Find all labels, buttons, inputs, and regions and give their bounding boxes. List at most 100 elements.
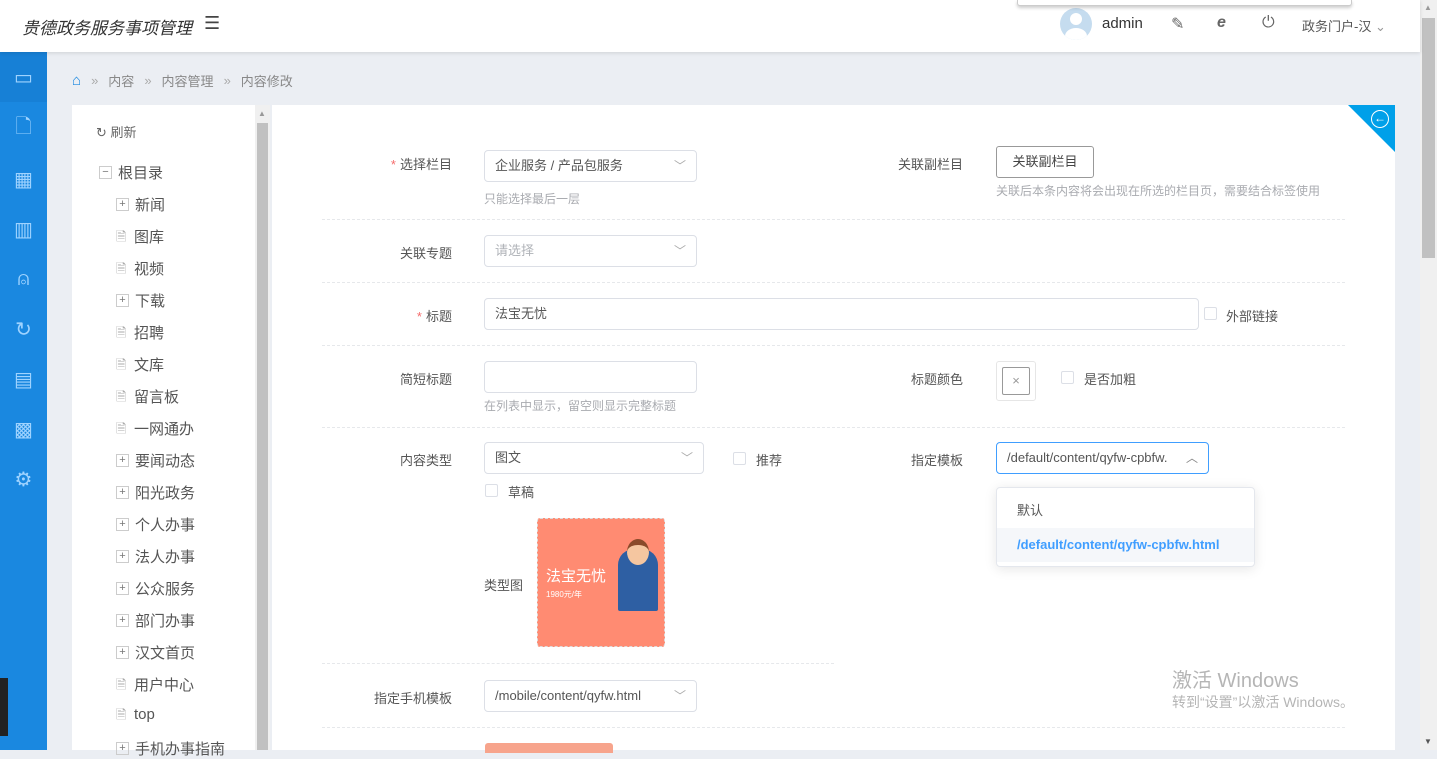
avatar[interactable] bbox=[1060, 8, 1092, 40]
tree-root[interactable]: − 根目录 bbox=[99, 162, 163, 183]
document-icon: 🗎 bbox=[116, 261, 127, 276]
username[interactable]: admin bbox=[1102, 15, 1143, 32]
nav-monitor-icon[interactable]: ▭ bbox=[0, 52, 47, 102]
tree-item[interactable]: 🗎 一网通办 bbox=[116, 418, 194, 439]
expand-icon[interactable]: + bbox=[116, 582, 129, 595]
taskbar-edge bbox=[0, 678, 8, 736]
tree-item[interactable]: + 个人办事 bbox=[116, 514, 195, 535]
separator-icon: » bbox=[144, 73, 152, 88]
expand-icon[interactable]: + bbox=[116, 486, 129, 499]
external-link-label: 外部链接 bbox=[1226, 309, 1279, 324]
tree-item[interactable]: + 下载 bbox=[116, 290, 165, 311]
expand-icon[interactable]: + bbox=[116, 454, 129, 467]
nav-document-icon[interactable]: 🗋 bbox=[0, 104, 47, 154]
expand-icon[interactable]: + bbox=[116, 742, 129, 755]
document-icon: 🗎 bbox=[116, 229, 127, 244]
recommend-checkbox[interactable] bbox=[733, 452, 746, 465]
divider bbox=[322, 219, 1345, 220]
template-option[interactable]: 默认 bbox=[997, 494, 1254, 528]
tree-item[interactable]: 🗎 top bbox=[116, 706, 155, 723]
short-title-input[interactable] bbox=[484, 361, 697, 393]
expand-icon[interactable]: + bbox=[116, 294, 129, 307]
portal-switcher[interactable]: 政务门户-汉 ⌄ bbox=[1302, 16, 1386, 35]
refresh-button[interactable]: ↻ 刷新 bbox=[96, 122, 137, 141]
breadcrumb-item[interactable]: 内容管理 bbox=[162, 71, 214, 90]
power-icon[interactable]: ⏻ bbox=[1262, 14, 1275, 32]
refresh-label: 刷新 bbox=[110, 125, 137, 140]
tree-item[interactable]: + 法人办事 bbox=[116, 546, 195, 567]
tree-item[interactable]: 🗎 留言板 bbox=[116, 386, 179, 407]
mobile-template-select[interactable]: /mobile/content/qyfw.html ﹀ bbox=[484, 680, 697, 712]
page-scrollbar[interactable]: ▲ ▼ bbox=[1420, 0, 1437, 750]
divider bbox=[322, 727, 1345, 728]
expand-icon[interactable]: + bbox=[116, 550, 129, 563]
title-color-label: 标题颜色 bbox=[910, 372, 963, 387]
tree-label: 根目录 bbox=[118, 165, 164, 182]
template-select[interactable]: /default/content/qyfw-cpbfw. ︿ bbox=[996, 442, 1209, 474]
template-option-selected[interactable]: /default/content/qyfw-cpbfw.html bbox=[997, 528, 1254, 562]
recommend-label: 推荐 bbox=[756, 453, 783, 468]
tree-item[interactable]: 🗎 图库 bbox=[116, 226, 164, 247]
tree-item[interactable]: + 阳光政务 bbox=[116, 482, 195, 503]
expand-icon[interactable]: + bbox=[116, 518, 129, 531]
bold-label: 是否加粗 bbox=[1084, 372, 1137, 387]
tree-label: 个人办事 bbox=[135, 517, 196, 534]
menu-toggle-icon[interactable]: ☰ bbox=[204, 13, 220, 34]
topic-label: 关联专题 bbox=[399, 246, 452, 261]
tree-label: top bbox=[134, 706, 155, 723]
nav-settings-icon[interactable]: ⚙ bbox=[0, 454, 47, 504]
nav-chart-icon[interactable]: ▥ bbox=[0, 204, 47, 254]
divider bbox=[322, 345, 1345, 346]
back-icon[interactable]: ← bbox=[1371, 110, 1389, 128]
tree-label: 用户中心 bbox=[134, 677, 195, 694]
tree-item[interactable]: + 新闻 bbox=[116, 194, 165, 215]
tree-item[interactable]: + 手机办事指南 bbox=[116, 738, 225, 759]
tree-item[interactable]: + 公众服务 bbox=[116, 578, 195, 599]
content-type-select[interactable]: 图文 ﹀ bbox=[484, 442, 704, 474]
expand-icon[interactable]: + bbox=[116, 198, 129, 211]
type-image[interactable]: 法宝无忧 1980元/年 bbox=[537, 518, 665, 647]
tree-scrollbar[interactable]: ▲ bbox=[255, 105, 270, 750]
title-input[interactable]: 法宝无忧 bbox=[484, 298, 1199, 330]
tree-item[interactable]: 🗎 文库 bbox=[116, 354, 164, 375]
tree-item[interactable]: + 汉文首页 bbox=[116, 642, 195, 663]
user-edit-icon[interactable]: ✎ bbox=[1171, 14, 1184, 34]
tree-label: 一网通办 bbox=[134, 421, 195, 438]
collapse-icon[interactable]: − bbox=[99, 166, 112, 179]
short-title-hint: 在列表中显示，留空则显示完整标题 bbox=[484, 399, 677, 413]
tree-item[interactable]: 🗎 用户中心 bbox=[116, 674, 194, 695]
tree-item[interactable]: + 要闻动态 bbox=[116, 450, 195, 471]
color-picker[interactable]: × bbox=[996, 361, 1036, 401]
tree-item[interactable]: 🗎 招聘 bbox=[116, 322, 164, 343]
home-icon[interactable]: ⌂ bbox=[72, 72, 81, 89]
document-icon: 🗎 bbox=[116, 357, 127, 372]
short-title-label: 简短标题 bbox=[399, 372, 452, 387]
sub-category-button[interactable]: 关联副栏目 bbox=[996, 146, 1094, 178]
browser-icon[interactable]: e bbox=[1217, 14, 1226, 32]
topic-select[interactable]: 请选择 ﹀ bbox=[484, 235, 697, 267]
tree-label: 文库 bbox=[134, 357, 165, 374]
bold-checkbox[interactable] bbox=[1061, 371, 1074, 384]
expand-icon[interactable]: + bbox=[116, 614, 129, 627]
category-select[interactable]: 企业服务 / 产品包服务 ﹀ bbox=[484, 150, 697, 182]
divider bbox=[322, 663, 834, 664]
nav-sync-icon[interactable]: ↻ bbox=[0, 304, 47, 354]
second-image[interactable] bbox=[485, 743, 613, 753]
activation-watermark-title: 激活 Windows bbox=[1172, 670, 1299, 692]
expand-icon[interactable]: + bbox=[116, 646, 129, 659]
tree-label: 汉文首页 bbox=[135, 645, 196, 662]
title-label: * 标题 bbox=[416, 309, 452, 324]
nav-grid-icon[interactable]: ▦ bbox=[0, 154, 47, 204]
nav-user-icon[interactable]: ⍝ bbox=[0, 254, 47, 304]
refresh-icon: ↻ bbox=[96, 125, 107, 140]
nav-apps-icon[interactable]: ▩ bbox=[0, 404, 47, 454]
draft-checkbox[interactable] bbox=[485, 484, 498, 497]
nav-toolbox-icon[interactable]: ▤ bbox=[0, 354, 47, 404]
external-link-checkbox[interactable] bbox=[1204, 307, 1217, 320]
tree-item[interactable]: 🗎 视频 bbox=[116, 258, 164, 279]
breadcrumb-item[interactable]: 内容 bbox=[108, 71, 134, 90]
tree-item[interactable]: + 部门办事 bbox=[116, 610, 195, 631]
sub-category-label: 关联副栏目 bbox=[897, 157, 963, 172]
chevron-down-icon: ﹀ bbox=[673, 159, 686, 173]
template-dropdown: 默认 /default/content/qyfw-cpbfw.html bbox=[996, 487, 1255, 567]
